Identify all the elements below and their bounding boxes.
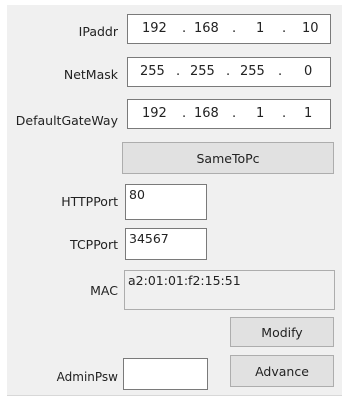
- netmask-dot-3: .: [278, 64, 283, 79]
- httpport-input[interactable]: 80: [125, 184, 207, 220]
- ipaddr-dot-3: .: [282, 21, 287, 36]
- gateway-octet-2[interactable]: 168: [194, 106, 219, 121]
- netmask-dot-1: .: [176, 64, 181, 79]
- ipaddr-octet-1[interactable]: 192: [142, 21, 167, 36]
- gateway-dot-2: .: [232, 106, 237, 121]
- mac-field: a2:01:01:f2:15:51: [124, 270, 335, 310]
- httpport-label: HTTPPort: [61, 194, 118, 209]
- netmask-label: NetMask: [63, 67, 118, 82]
- gateway-octet-1[interactable]: 192: [142, 106, 167, 121]
- advance-button[interactable]: Advance: [230, 355, 334, 387]
- netmask-octet-3[interactable]: 255: [240, 64, 265, 79]
- modify-button[interactable]: Modify: [230, 317, 334, 347]
- ipaddr-octet-4[interactable]: 10: [302, 21, 319, 36]
- ipaddr-label: IPaddr: [78, 24, 118, 39]
- ipaddr-octet-2[interactable]: 168: [194, 21, 219, 36]
- ipaddr-octet-3[interactable]: 1: [256, 21, 264, 36]
- netmask-input[interactable]: 255 . 255 . 255 . 0: [127, 57, 331, 87]
- netmask-octet-2[interactable]: 255: [190, 64, 215, 79]
- tcpport-label: TCPPort: [70, 237, 118, 252]
- tcpport-input[interactable]: 34567: [125, 228, 207, 260]
- ipaddr-dot-2: .: [232, 21, 237, 36]
- netmask-dot-2: .: [226, 64, 231, 79]
- gateway-octet-3[interactable]: 1: [256, 106, 264, 121]
- gateway-octet-4[interactable]: 1: [304, 106, 312, 121]
- netmask-octet-1[interactable]: 255: [140, 64, 165, 79]
- gateway-input[interactable]: 192 . 168 . 1 . 1: [127, 99, 331, 129]
- netmask-octet-4[interactable]: 0: [304, 64, 312, 79]
- adminpsw-label: AdminPsw: [56, 370, 118, 384]
- gateway-dot-3: .: [282, 106, 287, 121]
- gateway-dot-1: .: [182, 106, 187, 121]
- mac-label: MAC: [90, 283, 118, 298]
- gateway-label: DefaultGateWay: [15, 113, 118, 128]
- ipaddr-dot-1: .: [182, 21, 187, 36]
- same-to-pc-button[interactable]: SameToPc: [122, 142, 334, 174]
- adminpsw-input[interactable]: [123, 358, 208, 390]
- ipaddr-input[interactable]: 192 . 168 . 1 . 10: [127, 14, 331, 44]
